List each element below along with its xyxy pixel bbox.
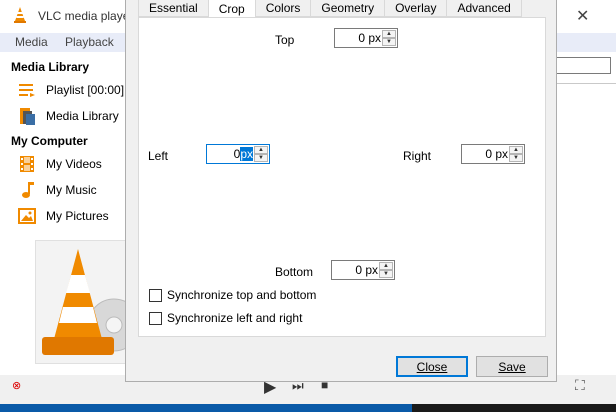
top-spinbox[interactable]: 0 px ▲ ▼ [334, 28, 398, 48]
sidebar-item-label: Playlist [00:00] [46, 83, 125, 97]
tab-essential[interactable]: Essential [138, 0, 208, 17]
playlist-icon [17, 80, 37, 100]
right-field[interactable] [549, 57, 611, 74]
close-button-label: Close [416, 359, 448, 374]
fullscreen-icon[interactable]: ⛶ [575, 377, 585, 394]
left-spinbox[interactable]: 0px ▲ ▼ [206, 144, 270, 164]
arrow-down-icon[interactable]: ▼ [509, 154, 523, 162]
sidebar-item-my-pictures[interactable]: My Pictures [17, 205, 109, 227]
top-value: 0 px [358, 31, 381, 45]
sync-top-bottom-label: Synchronize top and bottom [167, 288, 317, 302]
right-spinbox[interactable]: 0 px ▲ ▼ [461, 144, 525, 164]
crop-panel: Top 0 px ▲ ▼ Left 0px ▲ ▼ Right 0 px ▲ ▼… [138, 17, 546, 337]
arrow-up-icon[interactable]: ▲ [509, 146, 523, 154]
arrow-up-icon[interactable]: ▲ [379, 262, 393, 270]
right-stepper[interactable]: ▲ ▼ [509, 146, 523, 162]
record-icon[interactable]: ⊗ [12, 379, 21, 392]
tab-bar: Essential Crop Colors Geometry Overlay A… [138, 0, 522, 18]
media-library-header: Media Library [11, 60, 90, 74]
arrow-down-icon[interactable]: ▼ [379, 270, 393, 278]
album-art [35, 240, 141, 364]
taskbar [0, 404, 616, 412]
tab-advanced[interactable]: Advanced [446, 0, 522, 17]
sidebar-item-my-music[interactable]: My Music [17, 179, 97, 201]
bottom-value: 0 px [355, 263, 378, 277]
tab-colors[interactable]: Colors [254, 0, 311, 17]
arrow-up-icon[interactable]: ▲ [254, 146, 268, 154]
sidebar-item-media-library[interactable]: Media Library [17, 105, 119, 127]
sidebar-item-label: My Videos [46, 157, 102, 171]
picture-icon [17, 206, 37, 226]
sidebar-item-label: My Music [46, 183, 97, 197]
close-icon[interactable]: ✕ [576, 6, 589, 26]
menu-playback[interactable]: Playback [65, 35, 114, 49]
arrow-down-icon[interactable]: ▼ [254, 154, 268, 162]
arrow-up-icon[interactable]: ▲ [382, 30, 396, 38]
save-button-label: Save [498, 359, 526, 374]
left-value-unit-selected: px [240, 147, 253, 161]
sync-left-right-checkbox[interactable]: Synchronize left and right [149, 311, 302, 325]
vlc-cone-icon [42, 249, 141, 355]
taskbar-active-area [0, 404, 412, 412]
right-value: 0 px [485, 147, 508, 161]
film-icon [17, 154, 37, 174]
sidebar-item-label: Media Library [46, 109, 119, 123]
checkbox-box[interactable] [149, 311, 162, 325]
adjustments-dialog: Essential Crop Colors Geometry Overlay A… [125, 0, 557, 382]
sidebar-item-my-videos[interactable]: My Videos [17, 153, 102, 175]
save-button[interactable]: Save [476, 356, 548, 377]
sidebar-item-label: My Pictures [46, 209, 109, 223]
sync-top-bottom-checkbox[interactable]: Synchronize top and bottom [149, 288, 316, 302]
sync-left-right-label: Synchronize left and right [167, 311, 303, 325]
left-value: 0px [234, 147, 253, 161]
top-stepper[interactable]: ▲ ▼ [382, 30, 396, 46]
right-label: Right [403, 149, 432, 163]
divider [549, 83, 616, 84]
bottom-stepper[interactable]: ▲ ▼ [379, 262, 393, 278]
vlc-cone-icon [14, 7, 26, 23]
tab-geometry[interactable]: Geometry [310, 0, 385, 17]
left-label: Left [148, 149, 169, 163]
left-stepper[interactable]: ▲ ▼ [254, 146, 268, 162]
tab-overlay[interactable]: Overlay [384, 0, 447, 17]
my-computer-header: My Computer [11, 134, 88, 148]
bottom-spinbox[interactable]: 0 px ▲ ▼ [331, 260, 395, 280]
media-library-icon [17, 106, 37, 126]
close-button[interactable]: Close [396, 356, 468, 377]
bottom-label: Bottom [275, 265, 314, 279]
window-title: VLC media playe [38, 9, 130, 23]
checkbox-box[interactable] [149, 288, 162, 302]
sidebar-item-playlist[interactable]: Playlist [00:00] [17, 79, 124, 101]
tab-crop[interactable]: Crop [207, 0, 255, 18]
top-label: Top [275, 33, 295, 47]
music-note-icon [17, 180, 37, 200]
menu-media[interactable]: Media [15, 35, 48, 49]
arrow-down-icon[interactable]: ▼ [382, 38, 396, 46]
